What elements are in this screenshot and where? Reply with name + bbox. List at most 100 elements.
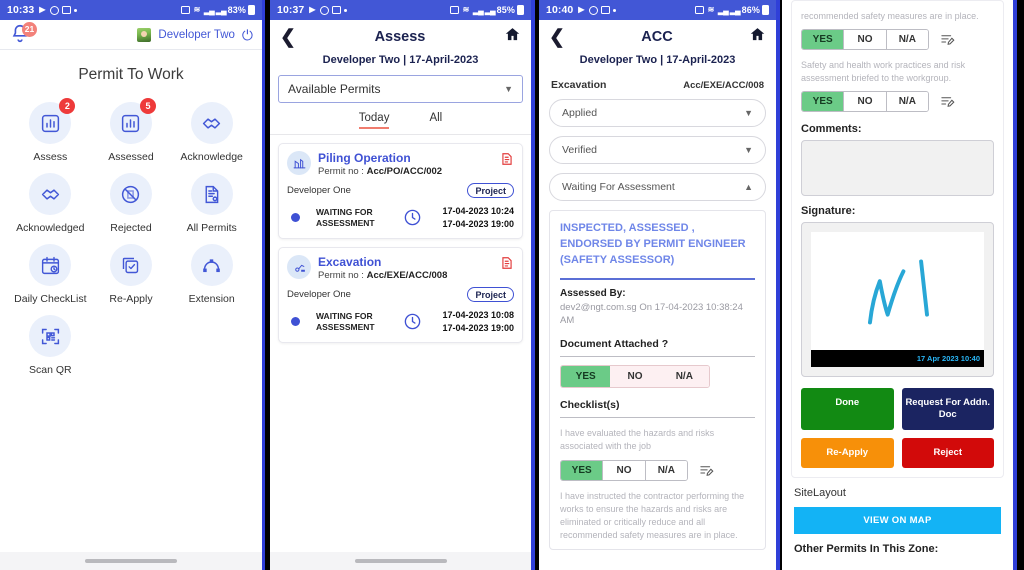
- signature-area[interactable]: 17 Apr 2023 10:40: [801, 222, 994, 378]
- dot-icon: [344, 8, 348, 12]
- chevron-down-icon: ▼: [744, 145, 753, 155]
- edit-note-icon[interactable]: [698, 463, 715, 478]
- status-dot: [291, 213, 300, 223]
- home-icon: [750, 28, 765, 41]
- system-navbar: [0, 552, 262, 570]
- signature-canvas[interactable]: 17 Apr 2023 10:40: [811, 232, 984, 368]
- option-na[interactable]: N/A: [886, 30, 928, 50]
- permit-card[interactable]: Piling Operation Permit no : Acc/PO/ACC/…: [278, 143, 523, 240]
- comments-input[interactable]: [801, 140, 994, 197]
- tile-label: Scan QR: [29, 364, 72, 376]
- document-alert-icon[interactable]: [500, 255, 514, 271]
- checklist-question: I have instructed the contractor perform…: [560, 490, 745, 540]
- section-applied[interactable]: Applied ▼: [549, 99, 766, 127]
- back-icon[interactable]: ❮: [549, 28, 565, 47]
- site-layout-label: SiteLayout: [794, 486, 846, 499]
- project-chip[interactable]: Project: [467, 183, 514, 198]
- camera-icon: [695, 6, 705, 14]
- tile-acknowledge[interactable]: Acknowledge: [171, 102, 252, 163]
- copy-check-icon: [109, 244, 152, 286]
- option-na[interactable]: N/A: [645, 460, 687, 480]
- phone-panel-assess-list: 10:37 ▶ ≋ ▂▄ ▂▄ 85% ❮ Assess Developer T…: [265, 0, 535, 570]
- checklist-toggle[interactable]: YES NO N/A: [801, 91, 929, 113]
- image-icon: [62, 6, 72, 14]
- comments-label: Comments:: [801, 123, 862, 136]
- permit-card[interactable]: Excavation Permit no : Acc/EXE/ACC/008 D…: [278, 247, 523, 344]
- project-chip[interactable]: Project: [467, 287, 514, 303]
- action-buttons: Done Request For Addn. Doc Re-Apply Reje…: [801, 388, 994, 468]
- tab-all[interactable]: All: [429, 112, 442, 129]
- view-on-map-button[interactable]: VIEW ON MAP: [794, 506, 1001, 534]
- option-na[interactable]: N/A: [659, 366, 709, 388]
- section-waiting-for-assessment[interactable]: Waiting For Assessment ▲: [549, 173, 766, 201]
- request-addn-doc-button[interactable]: Request For Addn. Doc: [901, 388, 994, 430]
- document-attached-toggle[interactable]: YES NO N/A: [560, 365, 710, 389]
- tile-acknowledged[interactable]: Acknowledged: [10, 173, 91, 234]
- subtitle: Developer Two | 17-April-2023: [322, 54, 479, 66]
- edit-note-icon[interactable]: [939, 32, 956, 47]
- time-start: 17-04-2023 10:24: [442, 206, 514, 216]
- section-verified[interactable]: Verified ▼: [549, 136, 766, 164]
- clock-icon: [404, 313, 421, 330]
- user-area[interactable]: Developer Two ⏻: [137, 27, 253, 42]
- tile-re-apply[interactable]: Re-Apply: [91, 244, 172, 305]
- option-no[interactable]: NO: [844, 30, 887, 50]
- certificate-icon: [190, 173, 233, 215]
- section-label: Applied: [562, 107, 598, 119]
- option-yes[interactable]: YES: [802, 30, 845, 50]
- option-yes[interactable]: YES: [802, 92, 845, 112]
- signature-timestamp: 17 Apr 2023 10:40: [811, 350, 984, 368]
- checklist-item: I have evaluated the hazards and risks a…: [560, 427, 755, 481]
- back-icon[interactable]: ❮: [280, 28, 296, 47]
- home-button[interactable]: [749, 26, 766, 48]
- option-na[interactable]: N/A: [886, 92, 928, 112]
- tile-assess[interactable]: 2 Assess: [10, 98, 91, 163]
- no-document-icon: [109, 173, 152, 215]
- section-label: Waiting For Assessment: [562, 181, 675, 193]
- power-icon[interactable]: ⏻: [242, 28, 253, 42]
- re-apply-button[interactable]: Re-Apply: [801, 437, 894, 468]
- image-icon: [601, 6, 611, 14]
- available-permits-select[interactable]: Available Permits ▼: [278, 75, 523, 103]
- checklist-toggle[interactable]: YES NO N/A: [560, 459, 688, 481]
- home-pill[interactable]: [85, 559, 177, 563]
- home-pill[interactable]: [354, 559, 447, 563]
- tile-assessed[interactable]: 5 Assessed: [91, 98, 172, 163]
- reject-button[interactable]: Reject: [901, 437, 994, 468]
- signal-icon: ▂▄: [473, 5, 484, 15]
- tile-extension[interactable]: Extension: [171, 244, 252, 305]
- status-badge: WAITING FOR ASSESSMENT: [316, 206, 375, 228]
- page-title: Permit To Work: [78, 66, 184, 83]
- document-attached-label: Document Attached ?: [560, 338, 669, 351]
- tile-label: Assess: [33, 151, 68, 163]
- tile-label: All Permits: [186, 222, 237, 234]
- handshake-icon: [29, 173, 72, 215]
- tile-rejected[interactable]: Rejected: [91, 173, 172, 234]
- x-circle-icon: [320, 5, 330, 15]
- handshake-icon: [190, 102, 233, 144]
- option-no[interactable]: NO: [603, 460, 646, 480]
- option-no[interactable]: NO: [610, 366, 660, 388]
- edit-note-icon[interactable]: [939, 94, 956, 109]
- option-yes[interactable]: YES: [561, 366, 611, 388]
- tile-daily-checklist[interactable]: Daily CheckList: [10, 244, 91, 305]
- site-layout-section: SiteLayout VIEW ON MAP Other Permits In …: [782, 478, 1013, 555]
- screenshot-stage: 10:33 ▶ ≋ ▂▄ ▂▄ 83% 21 Developer Two ⏻ P…: [0, 0, 1024, 570]
- tab-today[interactable]: Today: [358, 112, 390, 129]
- checklist-toggle[interactable]: YES NO N/A: [801, 29, 929, 51]
- option-yes[interactable]: YES: [561, 460, 604, 480]
- option-no[interactable]: NO: [844, 92, 887, 112]
- page-title: Assess: [374, 29, 426, 45]
- done-button[interactable]: Done: [801, 388, 894, 430]
- chevron-down-icon: ▼: [504, 84, 513, 94]
- tile-all-permits[interactable]: All Permits: [171, 173, 252, 234]
- notifications-button[interactable]: 21: [9, 21, 37, 47]
- assessed-by-label: Assessed By:: [560, 287, 626, 299]
- home-button[interactable]: [504, 26, 521, 48]
- status-badge: WAITING FOR ASSESSMENT: [316, 311, 375, 332]
- user-name: Developer Two: [158, 28, 235, 41]
- video-icon: ▶: [309, 5, 316, 14]
- tile-scan-qr[interactable]: Scan QR: [10, 315, 91, 376]
- checklist-item: recommended safety measures are in place…: [801, 10, 994, 51]
- document-alert-icon[interactable]: [500, 151, 514, 167]
